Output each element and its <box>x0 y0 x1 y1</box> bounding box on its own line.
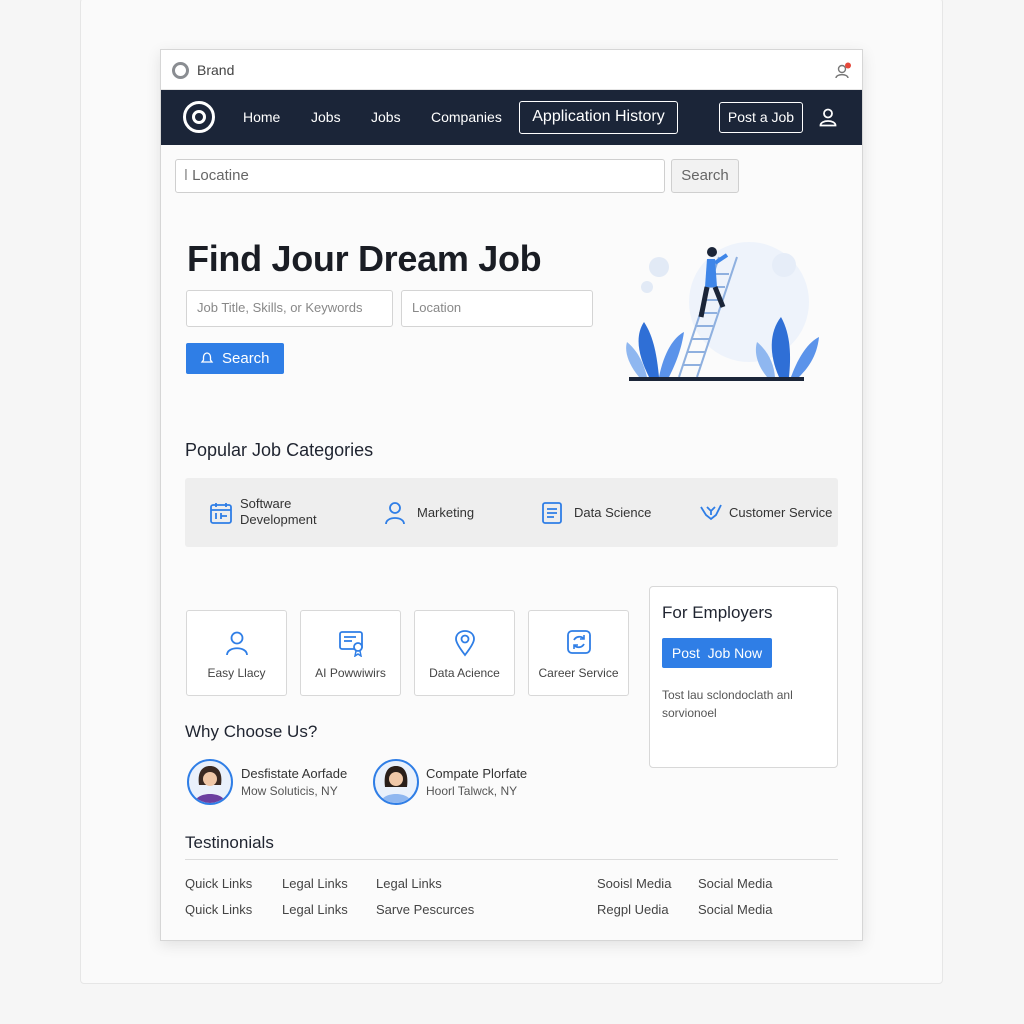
nav-link-companies[interactable]: Companies <box>431 109 502 125</box>
category-data-science[interactable]: Data Science <box>541 478 651 547</box>
hero-search-button[interactable]: Search <box>186 343 284 374</box>
location-search-placeholder: Locatine <box>192 167 249 184</box>
brand-logo-icon <box>172 62 189 79</box>
user-notification-icon[interactable] <box>834 62 852 80</box>
titlebar: Brand <box>161 50 862 90</box>
footer-link-social-2[interactable]: Social Media <box>698 876 772 891</box>
document-icon <box>542 502 562 524</box>
feature-label: Data Acience <box>429 666 500 680</box>
footer-link-quick-2[interactable]: Quick Links <box>185 902 252 917</box>
categories-title: Popular Job Categories <box>185 440 374 460</box>
testimonial-name: Desfistate Aorfade <box>241 766 348 781</box>
user-profile-icon[interactable] <box>818 107 838 127</box>
handshake-icon <box>700 504 722 521</box>
avatar <box>373 759 419 805</box>
site-logo-icon[interactable] <box>183 101 215 133</box>
location-search-input[interactable]: ǀ Locatine <box>175 159 665 193</box>
employers-title: For Employers <box>662 603 773 622</box>
certificate-icon <box>339 631 363 657</box>
category-marketing[interactable]: Marketing <box>383 478 483 547</box>
feature-card-easy[interactable]: Easy Llacy <box>186 610 287 696</box>
hero-title: Find Jour Dream Job <box>187 238 542 279</box>
main-navbar: Home Jobs Jobs Companies Application His… <box>161 90 862 145</box>
category-software-development[interactable]: Software Development <box>209 478 339 547</box>
footer-link-quick[interactable]: Quick Links <box>185 876 252 891</box>
footer-link-legal-2[interactable]: Legal Links <box>376 876 442 891</box>
category-customer-service[interactable]: Customer Service <box>699 478 833 547</box>
hero-search-label: Search <box>222 350 270 367</box>
nav-link-jobs[interactable]: Jobs <box>311 109 341 125</box>
footer-link-social-3[interactable]: Regpl Uedia <box>597 902 669 917</box>
why-choose-title: Why Choose Us? <box>185 722 318 741</box>
feature-label: Easy Llacy <box>207 666 266 680</box>
app-window: Brand Home Jobs Jobs Companies Applicati… <box>160 49 863 941</box>
feature-card-data[interactable]: Data Acience <box>414 610 515 696</box>
brand-name: Brand <box>197 62 235 78</box>
categories-bar: Software Development Marketing Data Scie… <box>185 478 838 547</box>
post-job-button[interactable]: Post a Job <box>719 102 803 133</box>
testimonial-location: Mow Soluticis, NY <box>241 784 338 798</box>
category-label: Data Science <box>574 505 652 520</box>
feature-label: Career Service <box>538 666 619 680</box>
testimonial-name: Compate Plorfate <box>426 766 528 781</box>
category-label: Marketing <box>417 505 475 520</box>
category-label: Software Development <box>240 496 317 527</box>
testimonial-location: Hoorl Talwck, NY <box>426 784 518 798</box>
text-cursor-icon: ǀ <box>184 167 193 184</box>
location-input[interactable]: Location <box>401 290 593 327</box>
nav-link-jobs-2[interactable]: Jobs <box>371 109 401 125</box>
feature-label: AI Powwiwirs <box>315 666 386 680</box>
nav-link-home[interactable]: Home <box>243 109 280 125</box>
bell-icon <box>200 352 214 363</box>
footer-link-legal-3[interactable]: Legal Links <box>282 902 348 917</box>
footer-link-social[interactable]: Sooisl Media <box>597 876 671 891</box>
post-job-now-button[interactable]: Post Job Now <box>662 638 772 668</box>
employers-description: Tost lau sclondoclath anl sorvionoel <box>662 688 793 720</box>
keywords-input[interactable]: Job Title, Skills, or Keywords <box>186 290 393 327</box>
refresh-icon <box>567 630 591 654</box>
divider <box>185 859 838 860</box>
career-ladder-illustration <box>626 242 819 381</box>
location-pin-icon <box>455 630 475 657</box>
person-icon <box>385 502 405 525</box>
footer-link-social-4[interactable]: Social Media <box>698 902 772 917</box>
feature-card-career[interactable]: Career Service <box>528 610 629 696</box>
employers-panel: For Employers Post Job Now Tost lau sclo… <box>649 586 838 768</box>
category-label: Customer Service <box>729 505 833 520</box>
woman-avatar-icon <box>381 766 411 803</box>
woman-avatar-icon <box>195 766 225 803</box>
avatar <box>187 759 233 805</box>
person-icon <box>226 631 248 656</box>
feature-card-ai[interactable]: AI Powwiwirs <box>300 610 401 696</box>
top-search-button[interactable]: Search <box>671 159 739 193</box>
testimonials-title: Testinonials <box>185 833 274 852</box>
grid-calendar-icon <box>210 503 232 524</box>
footer-link-resources[interactable]: Sarve Pescurces <box>376 902 474 917</box>
nav-link-application-history[interactable]: Application History <box>519 101 678 134</box>
footer-link-legal[interactable]: Legal Links <box>282 876 348 891</box>
